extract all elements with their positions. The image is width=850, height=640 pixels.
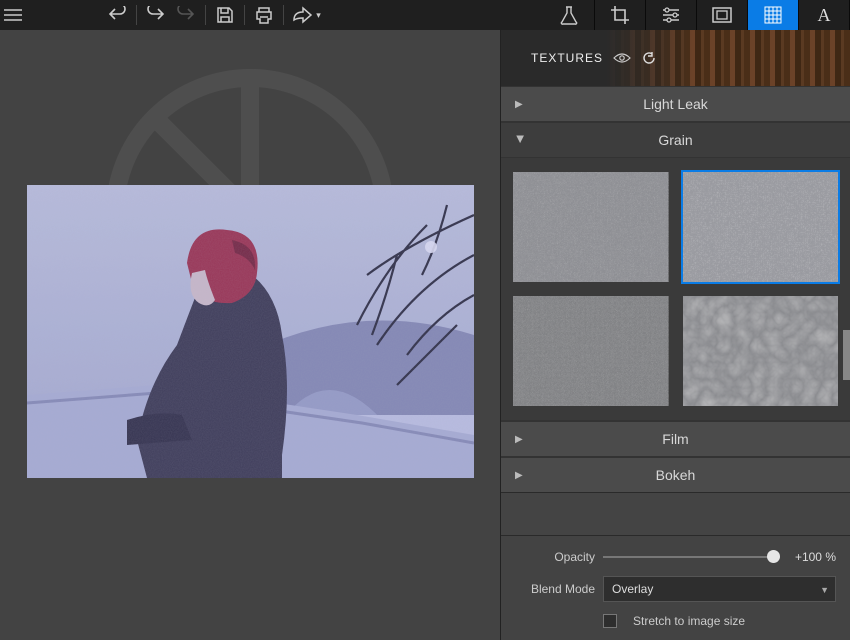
blend-mode-select[interactable]: Overlay ▼ [603, 576, 836, 602]
side-panel: TEXTURES ▶ Light Leak ▶ Grain [500, 30, 850, 640]
section-bokeh[interactable]: ▶ Bokeh [501, 457, 850, 493]
stretch-label: Stretch to image size [633, 614, 745, 628]
grain-thumb-1[interactable] [511, 170, 671, 284]
redo-history-button[interactable] [141, 0, 171, 30]
panel-header: TEXTURES [501, 30, 850, 86]
visibility-toggle-icon[interactable] [613, 52, 631, 64]
section-film[interactable]: ▶ Film [501, 421, 850, 457]
section-label: Bokeh [501, 467, 850, 483]
grain-thumb-4[interactable] [681, 294, 841, 408]
separator [244, 5, 245, 25]
grain-thumb-2[interactable] [681, 170, 841, 284]
section-label: Film [501, 431, 850, 447]
opacity-slider[interactable] [603, 550, 780, 564]
texture-controls: Opacity +100 % Blend Mode Overlay ▼ Stre… [501, 535, 850, 640]
opacity-value: +100 % [788, 550, 836, 564]
redo-button [171, 0, 201, 30]
tab-adjust[interactable] [645, 0, 696, 30]
undo-button[interactable] [102, 0, 132, 30]
tab-lab[interactable] [544, 0, 594, 30]
reset-icon[interactable] [641, 51, 657, 65]
menu-button[interactable] [0, 0, 26, 30]
scrollbar-thumb[interactable] [843, 330, 850, 380]
stretch-checkbox[interactable] [603, 614, 617, 628]
tab-frame[interactable] [696, 0, 747, 30]
separator [136, 5, 137, 25]
print-button[interactable] [249, 0, 279, 30]
blend-mode-label: Blend Mode [515, 582, 595, 596]
tab-text[interactable]: A [798, 0, 850, 30]
chevron-down-icon: ▼ [820, 585, 829, 595]
save-button[interactable] [210, 0, 240, 30]
share-button[interactable]: ▾ [288, 0, 324, 30]
section-light-leak[interactable]: ▶ Light Leak [501, 86, 850, 122]
top-toolbar: ▾ A [0, 0, 850, 30]
grain-thumb-3[interactable] [511, 294, 671, 408]
tab-crop[interactable] [594, 0, 645, 30]
separator [283, 5, 284, 25]
panel-title: TEXTURES [531, 51, 603, 65]
separator [205, 5, 206, 25]
section-label: Grain [501, 132, 850, 148]
canvas-area[interactable] [0, 30, 500, 640]
section-label: Light Leak [501, 96, 850, 112]
section-grain[interactable]: ▶ Grain [501, 122, 850, 158]
blend-mode-value: Overlay [612, 582, 653, 596]
opacity-label: Opacity [515, 550, 595, 564]
tab-bar: A [544, 0, 850, 30]
tab-texture[interactable] [747, 0, 798, 30]
grain-thumbnails [501, 158, 850, 421]
canvas-image[interactable] [27, 185, 474, 478]
